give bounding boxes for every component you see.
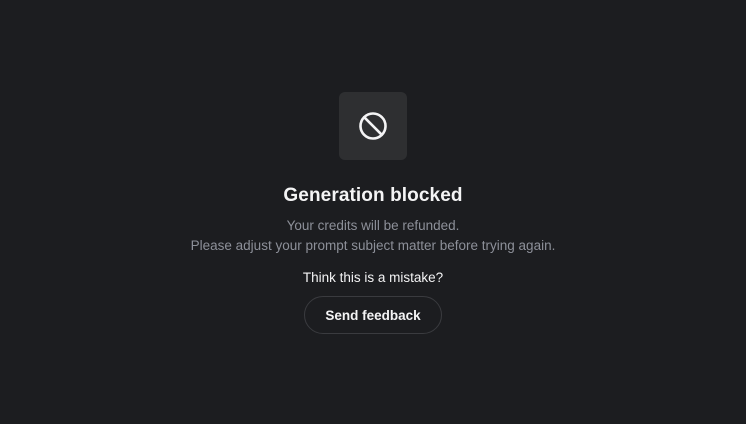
refund-message: Your credits will be refunded. bbox=[286, 218, 460, 233]
send-feedback-button[interactable]: Send feedback bbox=[304, 296, 442, 334]
generation-blocked-panel: Generation blocked Your credits will be … bbox=[0, 0, 746, 424]
blocked-icon-tile bbox=[339, 92, 407, 160]
mistake-question: Think this is a mistake? bbox=[302, 270, 444, 285]
blocked-icon bbox=[359, 112, 387, 140]
page-title: Generation blocked bbox=[283, 185, 463, 206]
adjust-prompt-message: Please adjust your prompt subject matter… bbox=[190, 238, 556, 253]
